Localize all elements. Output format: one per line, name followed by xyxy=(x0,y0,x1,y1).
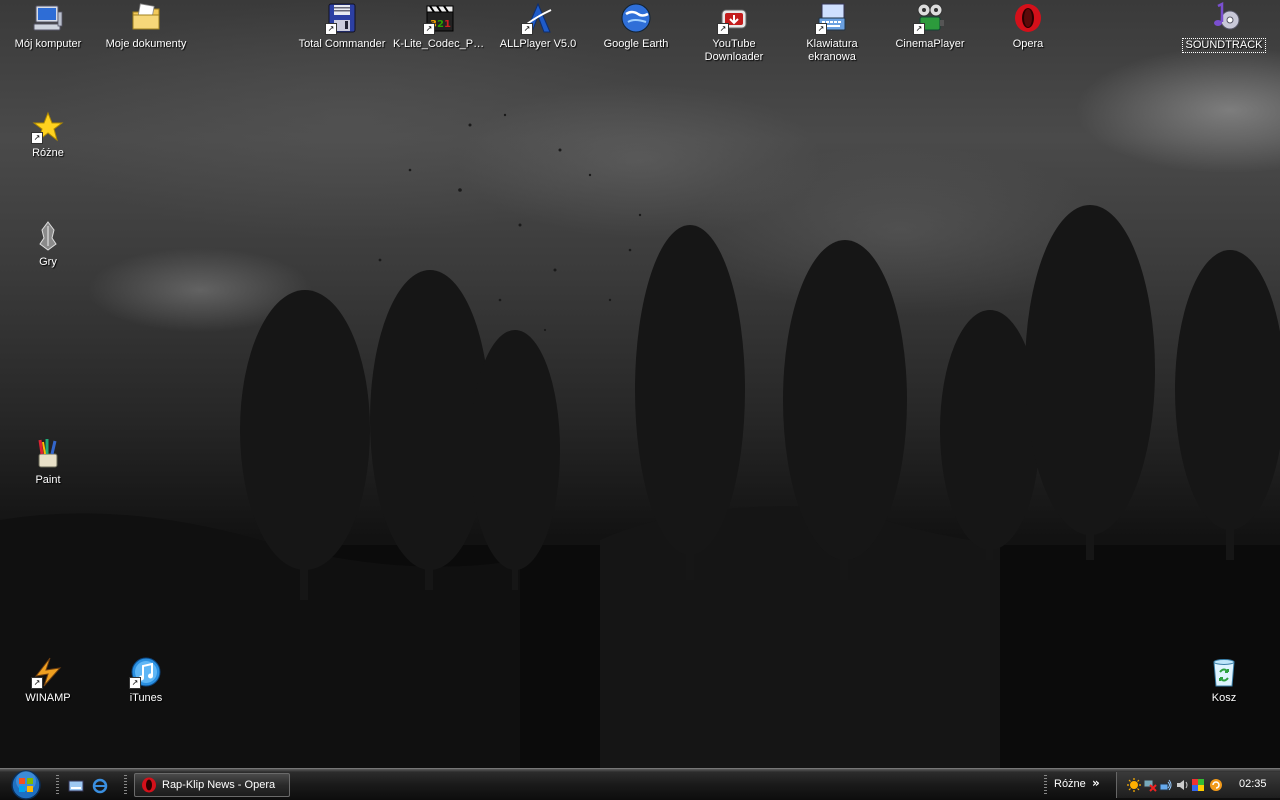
desktop-icon-kosz[interactable]: Kosz xyxy=(1176,654,1272,705)
taskbar-button-opera[interactable]: Rap-Klip News - Opera xyxy=(134,773,290,797)
desktop-icon-winamp[interactable]: ↗ WINAMP xyxy=(0,654,96,705)
desktop-icon-opera[interactable]: Opera xyxy=(980,0,1076,51)
tray-security-icon[interactable] xyxy=(1191,778,1205,792)
internet-explorer-icon xyxy=(92,778,108,794)
desktop-icon-total-commander[interactable]: ↗ Total Commander xyxy=(294,0,390,51)
start-button[interactable] xyxy=(6,769,46,800)
desktop-icon-label: CinemaPlayer xyxy=(895,38,965,50)
my-documents-icon xyxy=(132,3,160,30)
desktop-icon-google-earth[interactable]: Google Earth xyxy=(588,0,684,51)
tray-wireless-icon[interactable] xyxy=(1159,778,1173,792)
desktop-icon-klawiatura-ekranowa[interactable]: ↗ Klawiatura ekranowa xyxy=(784,0,880,64)
desktop-icon-cinemaplayer[interactable]: ↗ CinemaPlayer xyxy=(882,0,978,51)
system-tray: 02:35 xyxy=(1116,772,1280,798)
desktop-icon-label: WINAMP xyxy=(25,692,71,704)
desktop-icon-label: Paint xyxy=(35,474,61,486)
desktop-icon-label: SOUNDTRACK xyxy=(1182,38,1266,53)
taskbar-button-label: Rap-Klip News - Opera xyxy=(162,779,276,791)
desktop-icon-paint[interactable]: Paint xyxy=(0,436,96,487)
desktop-icon-label: Różne xyxy=(32,147,64,159)
tray-speaker-icon[interactable] xyxy=(1175,778,1189,792)
tray-network-disconnected-icon[interactable] xyxy=(1143,778,1157,792)
recycle-bin-icon xyxy=(1213,659,1235,687)
desktop-icon-label: Gry xyxy=(39,256,57,268)
tray-update-icon[interactable] xyxy=(1209,778,1223,792)
tray-sun-icon[interactable] xyxy=(1127,778,1141,792)
desktop[interactable]: Mój komputer Moje dokumenty ↗ Total Comm… xyxy=(0,0,1280,768)
shortcut-arrow-icon: ↗ xyxy=(717,23,729,35)
show-desktop-icon xyxy=(68,780,84,792)
music-folder-icon xyxy=(1214,2,1240,30)
toolbar-grip[interactable] xyxy=(1044,775,1047,795)
desktop-icon-label: Kosz xyxy=(1211,692,1237,704)
taskbar: Rap-Klip News - Opera Różne » 02:35 xyxy=(0,768,1280,800)
desktop-icon-label: iTunes xyxy=(129,692,163,704)
windows-orb-icon xyxy=(11,770,41,800)
opera-icon xyxy=(141,777,157,793)
wallpaper-scenery xyxy=(0,113,1280,768)
taskbar-clock[interactable]: 02:35 xyxy=(1239,778,1267,790)
shortcut-arrow-icon: ↗ xyxy=(325,23,337,35)
skyrim-emblem-icon xyxy=(39,221,57,251)
desktop-icon-label: Moje dokumenty xyxy=(105,38,187,50)
desktop-icon-label: K-Lite_Codec_Pa... xyxy=(393,38,487,50)
shortcut-arrow-icon: ↗ xyxy=(423,23,435,35)
desktop-icon-label: Klawiatura ekranowa xyxy=(806,38,858,63)
desktop-icon-label: Mój komputer xyxy=(14,38,82,50)
toolbar-chevron-icon[interactable]: » xyxy=(1092,776,1100,790)
desktop-icon-moje-dokumenty[interactable]: Moje dokumenty xyxy=(98,0,194,51)
toolbar-grip[interactable] xyxy=(124,775,127,795)
svg-text:2: 2 xyxy=(437,19,444,30)
desktop-icon-label: Google Earth xyxy=(603,38,669,50)
desktop-icon-label: Total Commander xyxy=(298,38,386,50)
opera-icon xyxy=(1015,4,1041,32)
desktop-icon-label: ALLPlayer V5.0 xyxy=(499,38,577,50)
shortcut-arrow-icon: ↗ xyxy=(31,132,43,144)
desktop-icon-youtube-downloader[interactable]: ↗ YouTube Downloader xyxy=(686,0,782,64)
svg-text:1: 1 xyxy=(444,19,451,30)
desktop-icon-label: Opera xyxy=(1012,38,1044,50)
quicklaunch-internet-explorer[interactable] xyxy=(92,778,108,794)
desktop-icon-klite-codec[interactable]: 3 2 1 ↗ K-Lite_Codec_Pa... xyxy=(392,0,488,51)
desktop-icon-gry[interactable]: Gry xyxy=(0,218,96,269)
paint-brushes-icon xyxy=(38,439,58,468)
shortcut-arrow-icon: ↗ xyxy=(815,23,827,35)
quicklaunch-show-desktop[interactable] xyxy=(68,778,84,794)
google-earth-icon xyxy=(621,3,651,33)
desktop-icon-itunes[interactable]: ↗ iTunes xyxy=(98,654,194,705)
desktop-icon-soundtrack[interactable]: SOUNDTRACK xyxy=(1176,0,1272,53)
desktop-icon-allplayer[interactable]: ↗ ALLPlayer V5.0 xyxy=(490,0,586,51)
shortcut-arrow-icon: ↗ xyxy=(913,23,925,35)
desktop-icon-moj-komputer[interactable]: Mój komputer xyxy=(0,0,96,51)
desktop-icon-label: YouTube Downloader xyxy=(704,38,764,63)
my-computer-icon xyxy=(33,5,63,31)
toolbar-grip[interactable] xyxy=(56,775,59,795)
shortcut-arrow-icon: ↗ xyxy=(129,677,141,689)
shortcut-arrow-icon: ↗ xyxy=(31,677,43,689)
shortcut-arrow-icon: ↗ xyxy=(521,23,533,35)
desktop-icon-rozne[interactable]: ↗ Różne xyxy=(0,109,96,160)
toolbar-rozne-label[interactable]: Różne xyxy=(1054,778,1086,790)
